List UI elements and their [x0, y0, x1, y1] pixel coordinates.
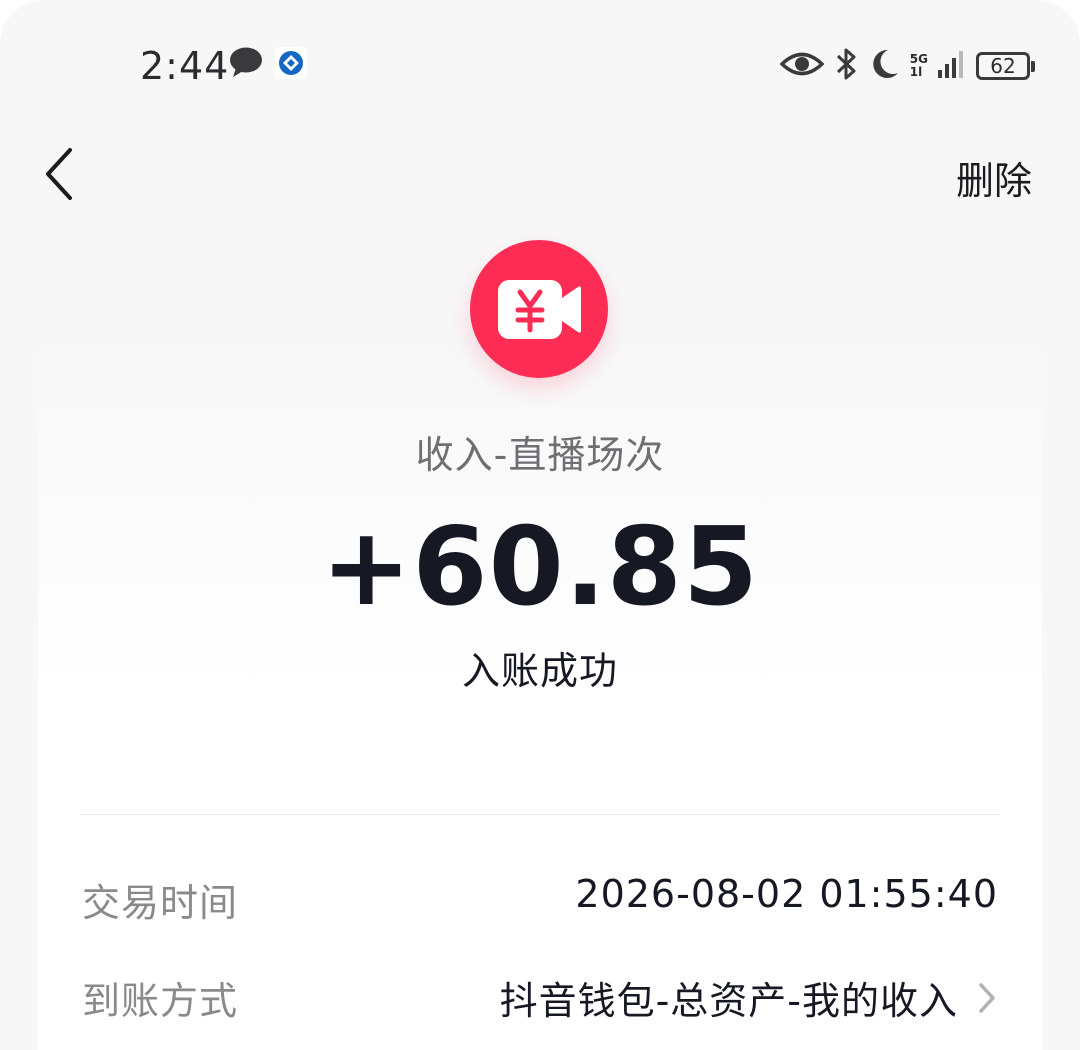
delete-button[interactable]: 删除	[956, 150, 1032, 205]
status-bar: 2:44 5G 1l 62	[0, 0, 1080, 130]
transaction-status: 入账成功	[461, 649, 618, 693]
detail-value-method-link[interactable]: 抖音钱包-总资产-我的收入	[500, 970, 998, 1025]
detail-value-method: 抖音钱包-总资产-我的收入	[499, 979, 958, 1023]
status-right-icons: 5G 1l 62	[779, 46, 1035, 86]
transaction-category: 收入-直播场次	[415, 433, 665, 477]
divider	[80, 814, 1000, 815]
status-time: 2:44	[140, 44, 230, 88]
network-label: 5G 1l	[910, 53, 928, 79]
battery-indicator: 62	[976, 52, 1035, 80]
moon-icon	[868, 47, 900, 85]
detail-value-time: 2026-08-02 01:55:40	[575, 872, 998, 916]
video-yuan-icon	[470, 240, 608, 378]
chevron-right-icon	[976, 980, 998, 1016]
bluetooth-icon	[834, 46, 858, 86]
signal-icon	[938, 48, 966, 84]
detail-label-method: 到账方式	[82, 979, 239, 1023]
chat-bubble-icon	[228, 46, 264, 84]
back-button[interactable]	[38, 146, 88, 202]
screen: 2:44 5G 1l 62 删除 收入-直播场次 +60.85 入账成功 交易时…	[0, 0, 1080, 1050]
chevron-left-icon	[46, 148, 72, 200]
transaction-amount: +60.85	[320, 505, 760, 630]
app-badge-icon	[274, 46, 308, 84]
status-left-icons	[228, 46, 308, 84]
network-sub: 1l	[909, 65, 923, 79]
detail-label-time: 交易时间	[82, 881, 239, 925]
eye-icon	[779, 49, 825, 83]
